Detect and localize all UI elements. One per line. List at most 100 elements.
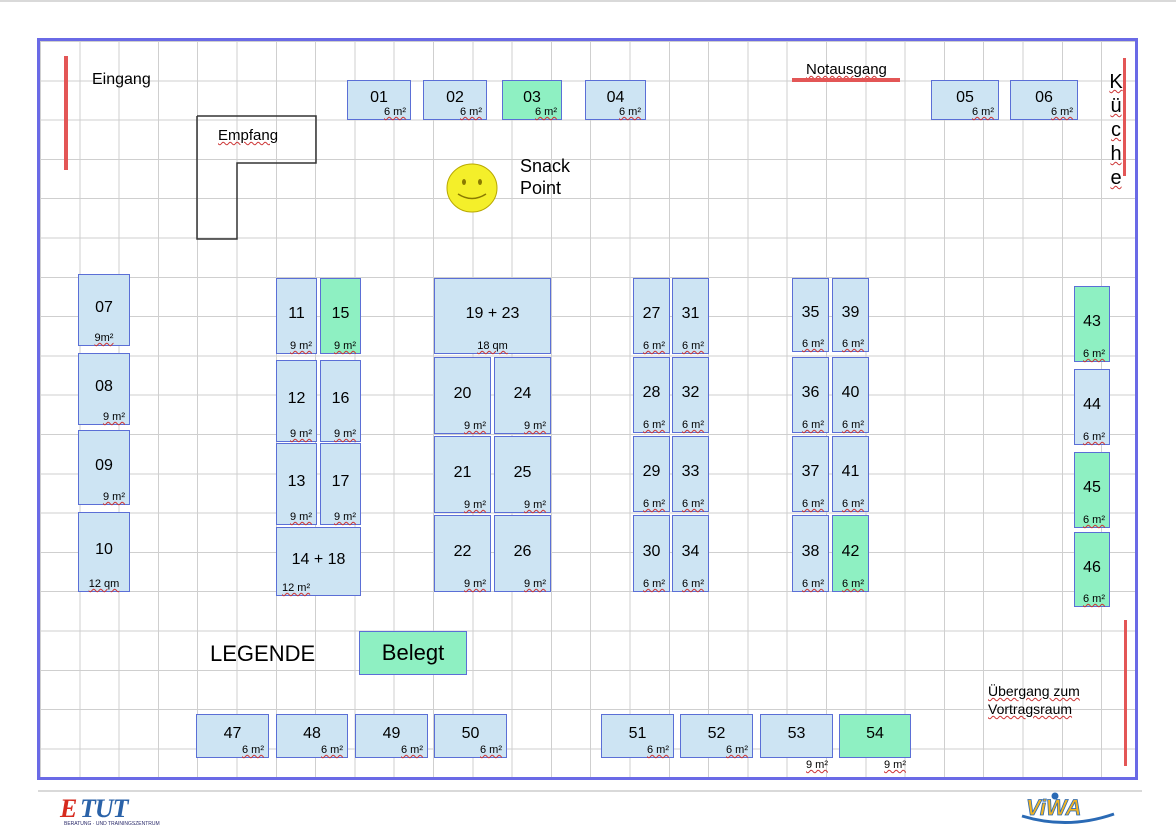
stand-number: 15 <box>331 304 350 322</box>
stand-size: 6 m² <box>643 498 665 510</box>
stand-size: 6 m² <box>682 498 704 510</box>
stand-50[interactable]: 50 6 m² <box>434 714 507 758</box>
stand-27[interactable]: 27 6 m² <box>633 278 670 354</box>
stand-28[interactable]: 28 6 m² <box>633 357 670 433</box>
stand-42[interactable]: 42 6 m² <box>832 515 869 592</box>
stand-07[interactable]: 07 9m² <box>78 274 130 346</box>
stand-24[interactable]: 24 9 m² <box>494 357 551 434</box>
stand-31[interactable]: 31 6 m² <box>672 278 709 354</box>
stand-34[interactable]: 34 6 m² <box>672 515 709 592</box>
stand-26[interactable]: 26 9 m² <box>494 515 551 592</box>
stand-40[interactable]: 40 6 m² <box>832 357 869 433</box>
reception-label: Empfang <box>218 127 279 144</box>
stand-38[interactable]: 38 6 m² <box>792 515 829 592</box>
emergency-exit-label: Notausgang <box>806 61 887 78</box>
stand-size: 6 m² <box>802 578 824 590</box>
stand-29[interactable]: 29 6 m² <box>633 436 670 512</box>
page-top-border <box>0 0 1176 2</box>
stand-number: 45 <box>1083 478 1101 496</box>
stand-30[interactable]: 30 6 m² <box>633 515 670 592</box>
stand-52[interactable]: 52 6 m² <box>680 714 753 758</box>
stand-15[interactable]: 15 9 m² <box>320 278 361 354</box>
stand-number: 43 <box>1083 312 1101 330</box>
stand-size: 6 m² <box>842 419 864 431</box>
stand-37[interactable]: 37 6 m² <box>792 436 829 512</box>
stand-13[interactable]: 13 9 m² <box>276 443 317 525</box>
stand-39[interactable]: 39 6 m² <box>832 278 869 352</box>
stand-number: 03 <box>523 88 541 106</box>
stand-size: 12 m² <box>282 582 311 594</box>
legend-title: LEGENDE <box>210 641 316 666</box>
stand-53[interactable]: 53 9 m² <box>760 714 833 771</box>
stand-number: 17 <box>331 472 350 490</box>
stand-number: 52 <box>707 724 726 742</box>
stand-20[interactable]: 20 9 m² <box>434 357 491 434</box>
stand-10[interactable]: 10 12 qm <box>78 512 130 592</box>
stand-size: 9 m² <box>464 499 486 511</box>
stand-size: 6 m² <box>1083 348 1105 360</box>
transition-marker <box>1124 620 1127 766</box>
stand-size: 6 m² <box>802 338 824 350</box>
stand-number: 20 <box>453 384 472 402</box>
stand-number: 33 <box>681 462 700 480</box>
stand-17[interactable]: 17 9 m² <box>320 443 361 525</box>
stand-47[interactable]: 47 6 m² <box>196 714 269 758</box>
stand-number: 05 <box>956 88 974 106</box>
stand-number: 38 <box>801 542 820 560</box>
stand-32[interactable]: 32 6 m² <box>672 357 709 433</box>
svg-text:BERATUNG · UND TRAININGSZENTRU: BERATUNG · UND TRAININGSZENTRUM <box>64 821 160 827</box>
stand-number: 21 <box>453 463 472 481</box>
stand-45[interactable]: 45 6 m² <box>1074 452 1110 528</box>
stand-06[interactable]: 06 6 m² <box>1010 80 1078 120</box>
stand-09[interactable]: 09 9 m² <box>78 430 130 505</box>
stand-44[interactable]: 44 6 m² <box>1074 369 1110 445</box>
stand-54[interactable]: 54 9 m² <box>839 714 911 771</box>
stand-size: 6 m² <box>802 419 824 431</box>
stand-36[interactable]: 36 6 m² <box>792 357 829 433</box>
etut-logo: E TUT BERATUNG · UND TRAININGSZENTRUM <box>59 794 160 827</box>
stand-number: 11 <box>288 304 305 322</box>
stand-19-23[interactable]: 19 + 23 18 qm <box>434 278 551 354</box>
stand-14-18[interactable]: 14 + 18 12 m² <box>276 527 361 596</box>
stand-02[interactable]: 02 6 m² <box>423 80 487 120</box>
stand-05[interactable]: 05 6 m² <box>931 80 999 120</box>
stand-number: 42 <box>841 542 860 560</box>
stand-number: 09 <box>95 456 113 474</box>
stand-size: 18 qm <box>477 340 508 352</box>
stand-12[interactable]: 12 9 m² <box>276 360 317 442</box>
stand-49[interactable]: 49 6 m² <box>355 714 428 758</box>
stand-11[interactable]: 11 9 m² <box>276 278 317 354</box>
stand-16[interactable]: 16 9 m² <box>320 360 361 442</box>
stand-48[interactable]: 48 6 m² <box>276 714 348 758</box>
stand-size: 9 m² <box>464 420 486 432</box>
stand-number: 49 <box>382 724 401 742</box>
stand-51[interactable]: 51 6 m² <box>601 714 674 758</box>
stand-size: 9 m² <box>524 420 546 432</box>
stand-01[interactable]: 01 6 m² <box>347 80 411 120</box>
entrance-label: Eingang <box>92 71 151 88</box>
stand-size: 6 m² <box>321 744 343 756</box>
stand-size: 6 m² <box>643 578 665 590</box>
stand-size: 9 m² <box>806 759 828 771</box>
stand-size: 9 m² <box>884 759 906 771</box>
stand-04[interactable]: 04 6 m² <box>585 80 646 120</box>
stand-43[interactable]: 43 6 m² <box>1074 286 1110 362</box>
stand-size: 6 m² <box>682 578 704 590</box>
stand-number: 30 <box>642 542 661 560</box>
stand-25[interactable]: 25 9 m² <box>494 436 551 513</box>
stand-33[interactable]: 33 6 m² <box>672 436 709 512</box>
stand-number: 29 <box>642 462 661 480</box>
stand-size: 6 m² <box>1051 106 1073 118</box>
stand-35[interactable]: 35 6 m² <box>792 278 829 352</box>
stand-number: 47 <box>223 724 242 742</box>
stand-size: 6 m² <box>1083 431 1105 443</box>
stand-number: 35 <box>801 303 820 321</box>
stand-41[interactable]: 41 6 m² <box>832 436 869 512</box>
stand-21[interactable]: 21 9 m² <box>434 436 491 513</box>
stand-03[interactable]: 03 6 m² <box>502 80 562 120</box>
snack-point-label-1: Snack <box>520 156 571 176</box>
stand-number: 04 <box>606 88 625 106</box>
stand-46[interactable]: 46 6 m² <box>1074 532 1110 607</box>
stand-08[interactable]: 08 9 m² <box>78 353 130 425</box>
stand-22[interactable]: 22 9 m² <box>434 515 491 592</box>
